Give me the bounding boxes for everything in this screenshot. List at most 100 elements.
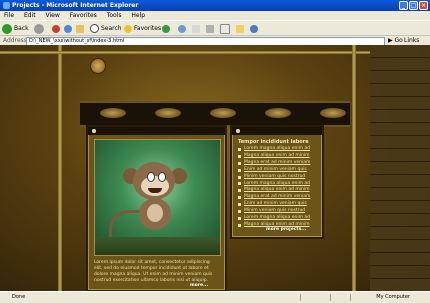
project-link[interactable]: Magna erat ad minim veniam [238,160,310,167]
more-link[interactable]: more... [190,283,208,288]
bullet-icon [238,154,241,158]
media-icon [162,24,170,33]
menu-help[interactable]: Help [131,12,145,19]
projects-title: Tempor incididunt labore [238,139,309,145]
ornament-icon [155,108,181,118]
messenger-button[interactable] [236,23,244,34]
maximize-button[interactable]: □ [409,1,418,10]
close-button[interactable]: × [419,1,428,10]
project-link[interactable]: Lorem magna aliqua enim ad [238,215,310,222]
toolbar: Back Search Favorites [0,20,430,36]
bamboo-pole [0,51,370,54]
bullet-icon [238,223,241,227]
ornament-icon [320,108,346,118]
folder-icon [236,24,244,33]
project-list: Lorem magna aliqua enim ad Magna aliqua e… [238,146,310,229]
window-title: Projects - Microsoft Internet Explorer [12,2,139,9]
star-icon [124,24,132,33]
bullet-icon [236,129,240,133]
address-bar: Address D:\_NEW_\xxx\without_sf\index-3.… [0,35,430,46]
ornament-icon [100,108,126,118]
browser-window: Projects - Microsoft Internet Explorer _… [0,0,430,303]
menu-edit[interactable]: Edit [24,12,36,19]
featured-image[interactable] [94,139,221,256]
menu-tools[interactable]: Tools [107,12,122,19]
bullet-icon [238,210,241,214]
research-icon [250,24,258,33]
project-link[interactable]: Enim ad minim veniam quis [238,167,310,174]
edit-button[interactable] [220,23,230,34]
address-label: Address [3,37,27,44]
ornament-icon [265,108,291,118]
stop-icon [52,24,60,33]
stone-wall [370,45,430,291]
menu-file[interactable]: File [4,12,14,19]
links-button[interactable]: Links [404,36,419,45]
monkey-eye [158,172,166,182]
status-divider [330,294,331,301]
bullet-icon [238,189,241,193]
mail-icon [192,24,200,33]
search-button[interactable]: Search [90,23,122,34]
minimize-button[interactable]: _ [399,1,408,10]
bullet-icon [238,203,241,207]
menu-bar: File Edit View Favorites Tools Help [0,11,430,20]
monkey-eye [147,172,155,182]
back-arrow-icon [2,23,12,34]
ie-icon [3,2,10,9]
refresh-button[interactable] [64,23,72,34]
menu-favorites[interactable]: Favorites [70,12,97,19]
bullet-icon [238,147,241,151]
research-button[interactable] [250,23,258,34]
featured-description: Lorem ipsum dolor sit amet, consectetur … [94,260,213,283]
search-icon [90,24,99,33]
more-projects-link[interactable]: more projects... [266,227,306,232]
panel-header [88,127,225,135]
back-button[interactable]: Back [2,23,29,34]
window-controls: _ □ × [399,1,428,10]
title-bar: Projects - Microsoft Internet Explorer _… [0,0,430,11]
ground [95,237,220,255]
history-button[interactable] [178,23,186,34]
go-button[interactable]: ▶ Go [388,36,403,45]
forward-arrow-icon [34,23,44,34]
bullet-icon [238,217,241,221]
refresh-icon [64,24,72,33]
bullet-icon [238,182,241,186]
home-icon [76,24,84,33]
media-button[interactable] [162,23,170,34]
security-zone: My Computer [376,294,410,300]
print-button[interactable] [206,23,214,34]
featured-panel: Lorem ipsum dolor sit amet, consectetur … [86,125,227,291]
home-button[interactable] [76,23,84,34]
mail-button[interactable] [192,23,200,34]
bullet-icon [238,196,241,200]
status-divider [300,294,301,301]
stop-button[interactable] [52,23,60,34]
ornament-band [80,101,350,127]
menu-view[interactable]: View [46,12,60,19]
logo-emblem[interactable] [90,58,106,74]
edit-icon [220,23,230,34]
bullet-icon [238,161,241,165]
bullet-icon [238,175,241,179]
forward-button[interactable] [34,23,44,34]
bullet-icon [92,129,96,133]
status-text: Done [12,294,26,300]
project-link[interactable]: Magna aliqua enim ad minim [238,153,310,160]
status-divider [350,294,351,301]
print-icon [206,24,214,33]
projects-panel: Tempor incididunt labore Lorem magna ali… [230,125,324,239]
bamboo-pole [58,45,62,291]
status-bar: Done My Computer [0,291,430,303]
bullet-icon [238,168,241,172]
ornament-icon [210,108,236,118]
panel-header [232,127,322,135]
bamboo-pole [352,45,356,291]
monkey-belly [147,204,163,222]
page-content: Lorem ipsum dolor sit amet, consectetur … [0,45,430,291]
project-link[interactable]: Minim veniam quis nostrud [238,174,310,181]
project-link[interactable]: Lorem magna aliqua enim ad [238,146,310,153]
favorites-button[interactable]: Favorites [124,23,161,34]
history-icon [178,24,186,33]
